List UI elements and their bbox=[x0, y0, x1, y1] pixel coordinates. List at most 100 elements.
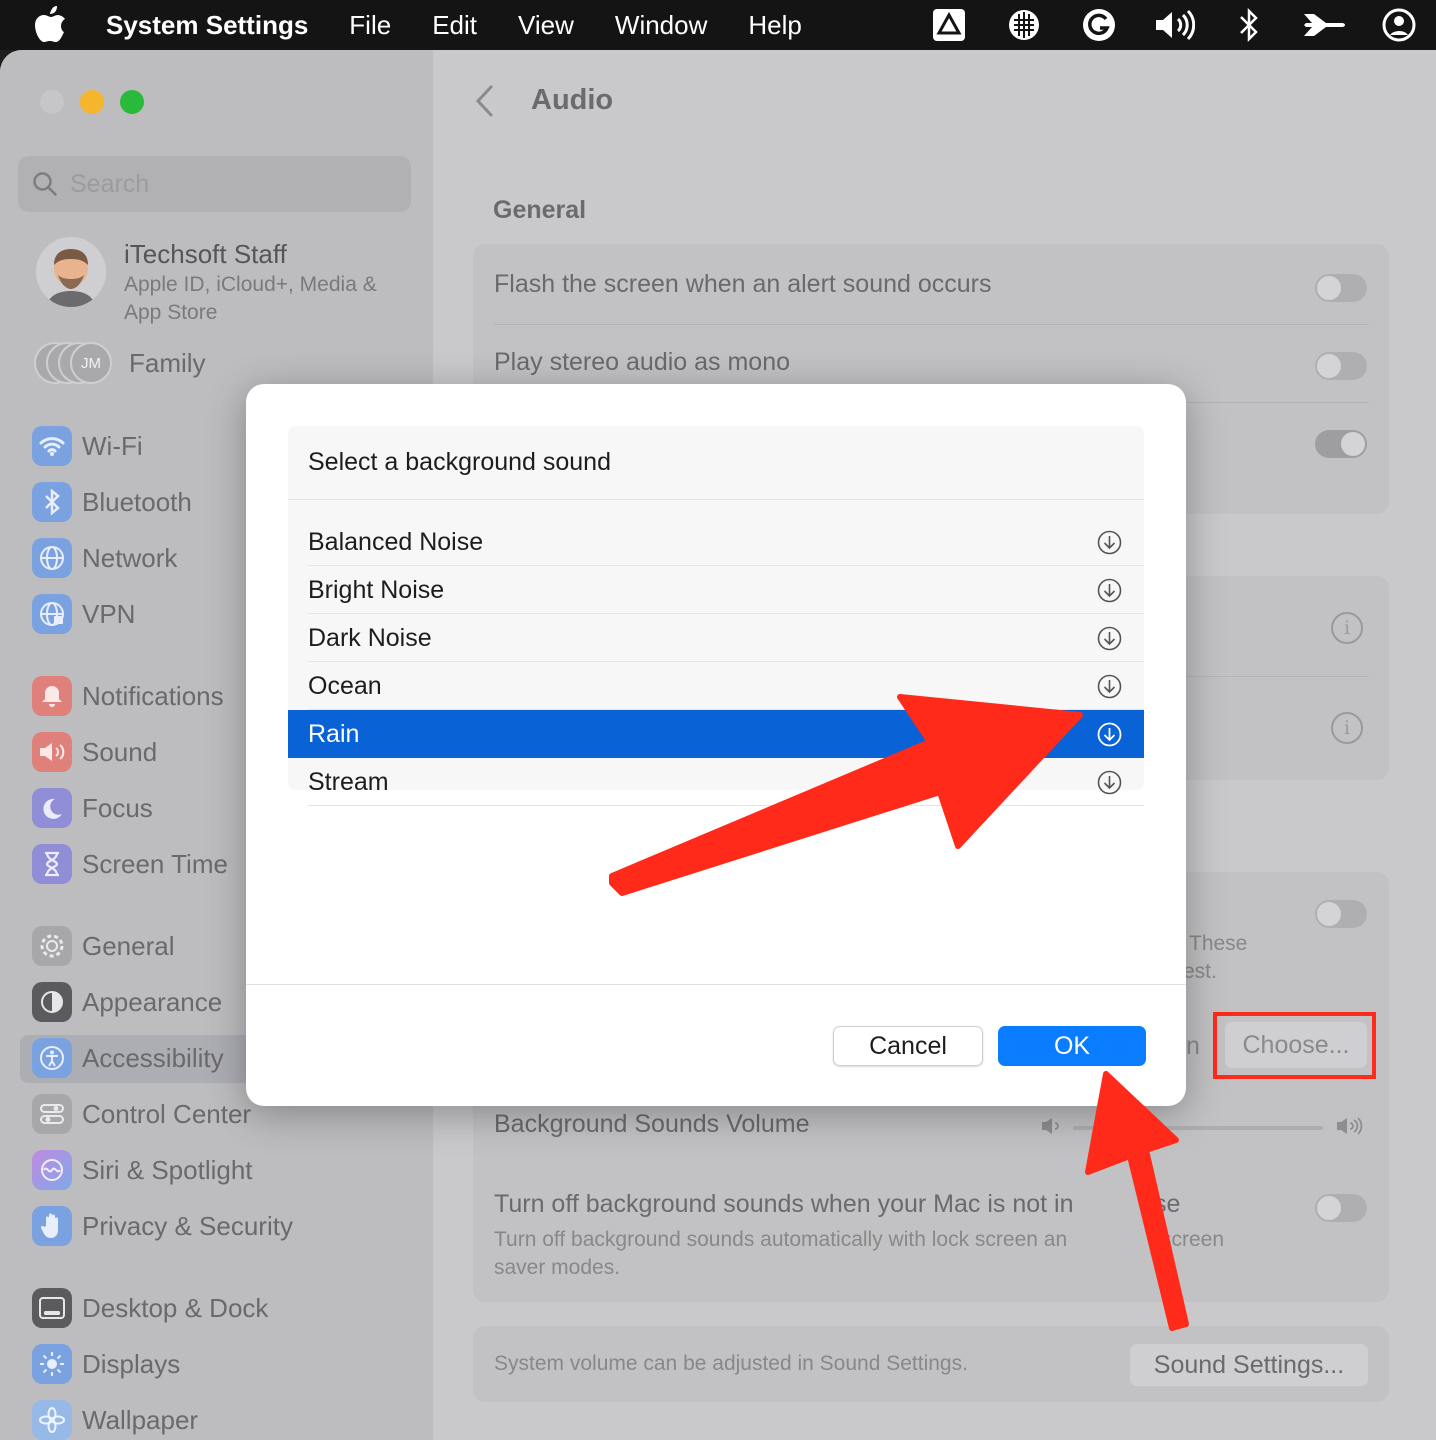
back-chevron-icon[interactable] bbox=[473, 84, 495, 123]
close-window-button[interactable] bbox=[40, 90, 64, 114]
user-account-icon[interactable] bbox=[1361, 0, 1436, 50]
system-volume-note: System volume can be adjusted in Sound S… bbox=[494, 1352, 968, 1375]
mono-audio-label: Play stereo audio as mono bbox=[494, 348, 791, 376]
sidebar-item-wifi[interactable]: Wi-Fi bbox=[32, 423, 143, 469]
sound-option-rain[interactable]: Rain bbox=[288, 710, 1144, 758]
menu-app-name[interactable]: System Settings bbox=[106, 10, 308, 41]
volume-high-icon bbox=[1335, 1116, 1365, 1141]
sound-option-dark-noise[interactable]: Dark Noise bbox=[288, 614, 1144, 662]
sidebar-item-control-center[interactable]: Control Center bbox=[32, 1091, 251, 1137]
bell-icon bbox=[32, 676, 72, 716]
sidebar-item-focus[interactable]: Focus bbox=[32, 785, 153, 831]
turn-off-label-a: Turn off background sounds when your Mac… bbox=[494, 1190, 1074, 1218]
download-icon[interactable] bbox=[1097, 530, 1122, 555]
sidebar-item-accessibility[interactable]: Accessibility bbox=[32, 1035, 224, 1081]
bluetooth-status-icon[interactable] bbox=[1211, 0, 1286, 50]
sidebar-item-notifications[interactable]: Notifications bbox=[32, 673, 224, 719]
sound-list: Select a background sound Balanced Noise… bbox=[288, 426, 1144, 806]
menu-view[interactable]: View bbox=[518, 10, 574, 41]
sidebar-item-sound[interactable]: Sound bbox=[32, 729, 157, 775]
airplane-icon[interactable] bbox=[1286, 0, 1361, 50]
menu-file[interactable]: File bbox=[349, 10, 391, 41]
search-icon bbox=[33, 172, 57, 196]
turn-off-sub-c: saver modes. bbox=[494, 1256, 621, 1279]
sidebar-item-siri-spotlight[interactable]: Siri & Spotlight bbox=[32, 1147, 253, 1193]
moon-icon bbox=[32, 788, 72, 828]
avatar bbox=[36, 237, 106, 307]
sidebar-item-network[interactable]: Network bbox=[32, 535, 177, 581]
dock-icon bbox=[32, 1288, 72, 1328]
choose-row-label: n bbox=[1186, 1032, 1200, 1060]
download-icon[interactable] bbox=[1097, 674, 1122, 699]
sidebar-item-screen-time[interactable]: Screen Time bbox=[32, 841, 228, 887]
sidebar-item-appearance[interactable]: Appearance bbox=[32, 979, 222, 1025]
speaker-icon bbox=[32, 732, 72, 772]
download-icon[interactable] bbox=[1097, 626, 1122, 651]
download-icon[interactable] bbox=[1097, 722, 1122, 747]
mono-audio-toggle[interactable] bbox=[1315, 352, 1367, 380]
menu-bar: System Settings File Edit View Window He… bbox=[0, 0, 1436, 50]
search-field[interactable]: Search bbox=[18, 156, 411, 212]
bg-volume-label: Background Sounds Volume bbox=[494, 1110, 810, 1138]
wifi-icon bbox=[32, 426, 72, 466]
sound-option-stream[interactable]: Stream bbox=[288, 758, 1144, 806]
download-icon[interactable] bbox=[1097, 770, 1122, 795]
sidebar-item-displays[interactable]: Displays bbox=[32, 1341, 180, 1387]
apple-menu-icon[interactable] bbox=[34, 6, 84, 44]
turn-off-label-b: se bbox=[1154, 1190, 1181, 1218]
turn-off-toggle[interactable] bbox=[1315, 1194, 1367, 1222]
hand-icon bbox=[32, 1206, 72, 1246]
calendar-grid-icon[interactable] bbox=[986, 0, 1061, 50]
grammarly-icon[interactable] bbox=[1061, 0, 1136, 50]
search-placeholder: Search bbox=[70, 169, 150, 198]
sound-option-ocean[interactable]: Ocean bbox=[288, 662, 1144, 710]
sidebar-item-wallpaper[interactable]: Wallpaper bbox=[32, 1397, 198, 1440]
page-title: Audio bbox=[531, 84, 614, 116]
choose-highlight-box bbox=[1213, 1012, 1376, 1079]
info-icon-2[interactable]: i bbox=[1331, 712, 1363, 744]
info-icon[interactable]: i bbox=[1331, 612, 1363, 644]
account-name: iTechsoft Staff bbox=[124, 239, 287, 269]
third-option-toggle[interactable] bbox=[1315, 430, 1367, 458]
sidebar-item-privacy-security[interactable]: Privacy & Security bbox=[32, 1203, 293, 1249]
volume-icon[interactable] bbox=[1136, 0, 1211, 50]
sound-option-bright-noise[interactable]: Bright Noise bbox=[288, 566, 1144, 614]
sound-settings-button[interactable]: Sound Settings... bbox=[1130, 1344, 1368, 1386]
account-subtitle: Apple ID, iCloud+, Media & App Store bbox=[124, 273, 377, 324]
ok-button[interactable]: OK bbox=[998, 1026, 1146, 1066]
sun-icon bbox=[32, 1344, 72, 1384]
flash-screen-label: Flash the screen when an alert sound occ… bbox=[494, 270, 992, 298]
background-sounds-hint-1: These bbox=[1189, 932, 1248, 955]
vpn-globe-icon bbox=[32, 594, 72, 634]
cancel-button[interactable]: Cancel bbox=[833, 1026, 983, 1066]
turn-off-sub-a: Turn off background sounds automatically… bbox=[494, 1228, 1068, 1251]
menu-window[interactable]: Window bbox=[615, 10, 707, 41]
dialog-footer-divider bbox=[246, 984, 1186, 985]
sidebar-item-vpn[interactable]: VPN bbox=[32, 591, 135, 637]
menu-edit[interactable]: Edit bbox=[432, 10, 477, 41]
sidebar-item-desktop-dock[interactable]: Desktop & Dock bbox=[32, 1285, 268, 1331]
bluetooth-icon bbox=[32, 482, 72, 522]
drive-icon[interactable] bbox=[911, 0, 986, 50]
control-center-icon bbox=[32, 1094, 72, 1134]
menu-help[interactable]: Help bbox=[748, 10, 801, 41]
minimize-window-button[interactable] bbox=[80, 90, 104, 114]
sidebar-item-bluetooth[interactable]: Bluetooth bbox=[32, 479, 192, 525]
sidebar-item-general[interactable]: General bbox=[32, 923, 175, 969]
sound-list-header: Select a background sound bbox=[288, 426, 1144, 500]
family-label: Family bbox=[129, 347, 206, 378]
background-volume-slider[interactable] bbox=[1073, 1126, 1323, 1130]
flash-screen-toggle[interactable] bbox=[1315, 274, 1367, 302]
sidebar-item-family[interactable]: JM Family bbox=[34, 340, 206, 386]
download-icon[interactable] bbox=[1097, 578, 1122, 603]
dialog-heading: Select a background sound bbox=[308, 448, 611, 476]
appearance-icon bbox=[32, 982, 72, 1022]
gear-icon bbox=[32, 926, 72, 966]
status-area bbox=[911, 0, 1436, 50]
background-sounds-toggle[interactable] bbox=[1315, 900, 1367, 928]
sound-option-balanced-noise[interactable]: Balanced Noise bbox=[288, 518, 1144, 566]
volume-low-icon bbox=[1040, 1116, 1062, 1141]
zoom-window-button[interactable] bbox=[120, 90, 144, 114]
hourglass-icon bbox=[32, 844, 72, 884]
family-avatars-icon: JM bbox=[34, 340, 114, 386]
